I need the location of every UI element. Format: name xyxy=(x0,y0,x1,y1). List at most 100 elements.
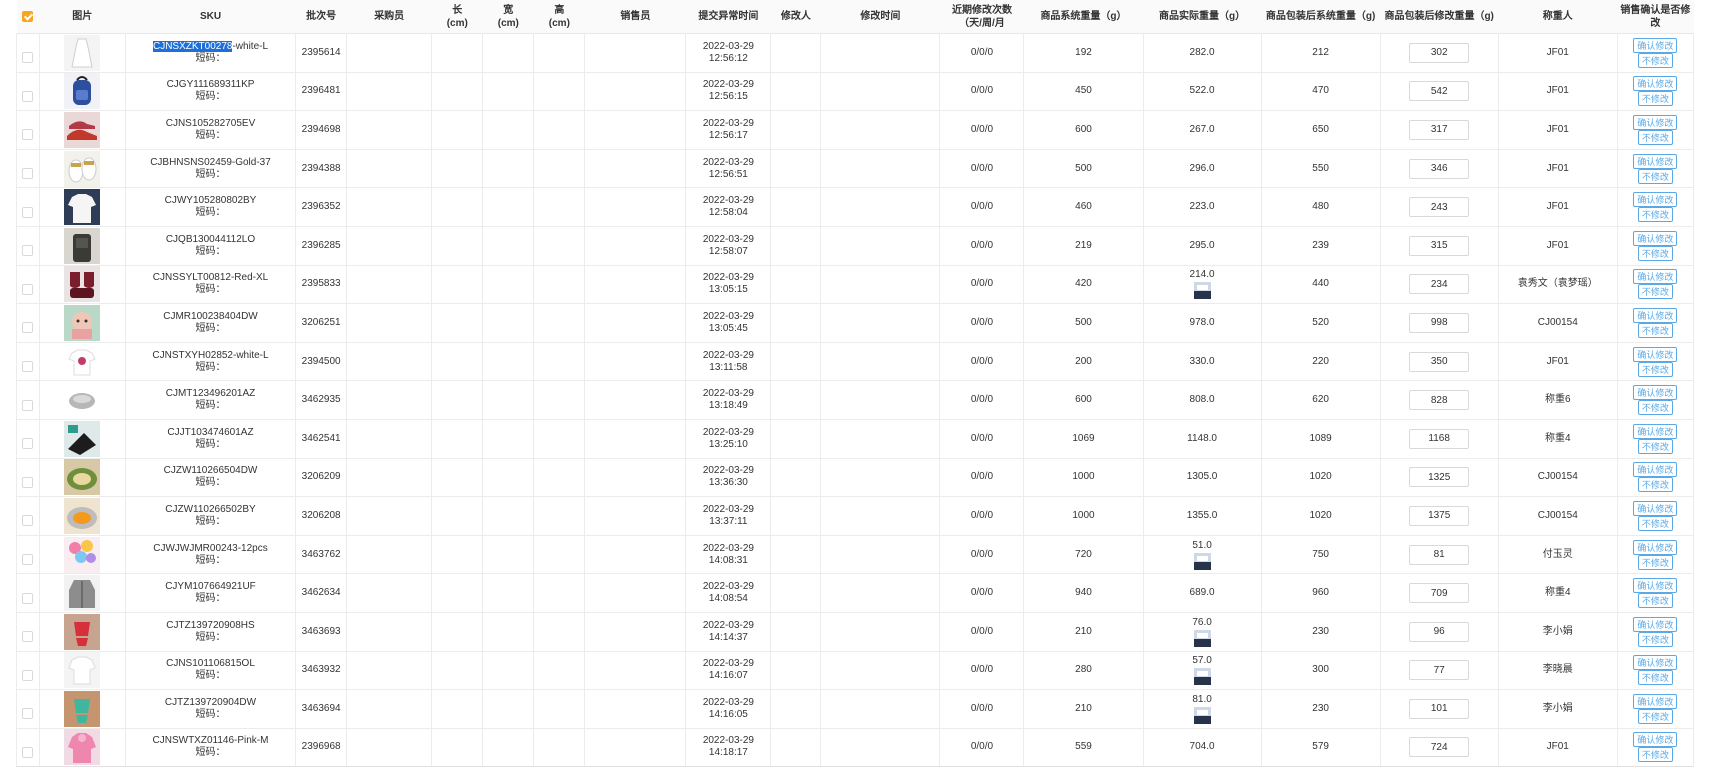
row-select-cell[interactable] xyxy=(16,341,40,382)
confirm-modify-button[interactable]: 确认修改 xyxy=(1633,423,1678,439)
pkg-mod-weight-input[interactable] xyxy=(1409,197,1470,218)
row-checkbox[interactable] xyxy=(22,592,34,604)
row-select-cell[interactable] xyxy=(16,110,40,150)
row-select-cell[interactable] xyxy=(16,496,40,536)
confirm-modify-button[interactable]: 确认修改 xyxy=(1633,230,1678,246)
row-checkbox[interactable] xyxy=(22,322,34,334)
reject-modify-button[interactable]: 不修改 xyxy=(1637,52,1673,68)
reject-modify-button[interactable]: 不修改 xyxy=(1637,631,1673,647)
confirm-modify-button[interactable]: 确认修改 xyxy=(1633,307,1678,323)
reject-modify-button[interactable]: 不修改 xyxy=(1637,322,1673,338)
row-select-cell[interactable] xyxy=(16,573,40,613)
weight-photo-icon[interactable] xyxy=(1193,552,1211,570)
pkg-mod-weight-input[interactable] xyxy=(1409,737,1470,758)
reject-modify-button[interactable]: 不修改 xyxy=(1637,207,1673,223)
header-select-all[interactable] xyxy=(16,0,40,34)
row-select-cell[interactable] xyxy=(16,264,40,305)
pkg-mod-weight-input[interactable] xyxy=(1409,428,1470,449)
pkg-mod-weight-input[interactable] xyxy=(1409,660,1470,681)
reject-modify-button[interactable]: 不修改 xyxy=(1637,708,1673,724)
confirm-modify-button[interactable]: 确认修改 xyxy=(1633,539,1678,555)
row-select-cell[interactable] xyxy=(16,611,40,652)
reject-modify-button[interactable]: 不修改 xyxy=(1637,747,1673,763)
reject-modify-button[interactable]: 不修改 xyxy=(1637,361,1673,377)
row-select-cell[interactable] xyxy=(16,187,40,227)
confirm-modify-button[interactable]: 确认修改 xyxy=(1633,693,1678,709)
row-checkbox[interactable] xyxy=(22,515,34,527)
row-checkbox[interactable] xyxy=(22,52,34,64)
row-select-cell[interactable] xyxy=(16,71,40,112)
reject-modify-button[interactable]: 不修改 xyxy=(1637,91,1673,107)
pkg-mod-weight-input[interactable] xyxy=(1409,158,1470,179)
pkg-mod-weight-input[interactable] xyxy=(1409,583,1470,604)
weight-photo-icon[interactable] xyxy=(1193,668,1211,686)
row-select-cell[interactable] xyxy=(16,534,40,575)
row-select-cell[interactable] xyxy=(16,418,40,459)
confirm-modify-button[interactable]: 确认修改 xyxy=(1633,655,1678,671)
row-select-cell[interactable] xyxy=(16,148,40,189)
pkg-mod-weight-input[interactable] xyxy=(1409,698,1470,719)
weight-photo-icon[interactable] xyxy=(1193,629,1211,647)
row-select-cell[interactable] xyxy=(16,689,40,729)
confirm-modify-button[interactable]: 确认修改 xyxy=(1633,732,1678,748)
pkg-mod-weight-input[interactable] xyxy=(1409,351,1470,372)
row-select-cell[interactable] xyxy=(16,727,40,768)
reject-modify-button[interactable]: 不修改 xyxy=(1637,554,1673,570)
pkg-mod-weight-input[interactable] xyxy=(1409,621,1470,642)
pkg-mod-weight-input[interactable] xyxy=(1409,81,1470,102)
pkg-mod-weight-input[interactable] xyxy=(1409,467,1470,488)
row-checkbox[interactable] xyxy=(22,438,34,450)
row-checkbox[interactable] xyxy=(22,283,34,295)
confirm-modify-button[interactable]: 确认修改 xyxy=(1633,153,1678,169)
pkg-mod-weight-input[interactable] xyxy=(1409,274,1470,295)
row-checkbox[interactable] xyxy=(22,669,34,681)
pkg-mod-weight-input[interactable] xyxy=(1409,544,1470,565)
row-select-cell[interactable] xyxy=(16,650,40,691)
confirm-modify-button[interactable]: 确认修改 xyxy=(1633,500,1678,516)
row-checkbox[interactable] xyxy=(22,631,34,643)
row-checkbox[interactable] xyxy=(22,206,34,218)
reject-modify-button[interactable]: 不修改 xyxy=(1637,593,1673,609)
pkg-mod-weight-input[interactable] xyxy=(1409,119,1470,140)
weight-photo-icon[interactable] xyxy=(1193,282,1211,300)
confirm-modify-button[interactable]: 确认修改 xyxy=(1633,192,1678,208)
row-select-cell[interactable] xyxy=(16,33,40,73)
row-checkbox[interactable] xyxy=(22,361,34,373)
row-select-cell[interactable] xyxy=(16,303,40,343)
row-checkbox[interactable] xyxy=(22,399,34,411)
reject-modify-button[interactable]: 不修改 xyxy=(1637,670,1673,686)
reject-modify-button[interactable]: 不修改 xyxy=(1637,515,1673,531)
confirm-modify-button[interactable]: 确认修改 xyxy=(1633,76,1678,92)
confirm-modify-button[interactable]: 确认修改 xyxy=(1633,578,1678,594)
confirm-modify-button[interactable]: 确认修改 xyxy=(1633,385,1678,401)
row-checkbox[interactable] xyxy=(22,708,34,720)
pkg-mod-weight-input[interactable] xyxy=(1409,505,1470,526)
reject-modify-button[interactable]: 不修改 xyxy=(1637,129,1673,145)
row-select-cell[interactable] xyxy=(16,380,40,420)
confirm-modify-button[interactable]: 确认修改 xyxy=(1633,269,1678,285)
row-checkbox[interactable] xyxy=(22,476,34,488)
reject-modify-button[interactable]: 不修改 xyxy=(1637,284,1673,300)
reject-modify-button[interactable]: 不修改 xyxy=(1637,400,1673,416)
row-checkbox[interactable] xyxy=(22,245,34,257)
row-checkbox[interactable] xyxy=(22,90,34,102)
reject-modify-button[interactable]: 不修改 xyxy=(1637,477,1673,493)
weight-photo-icon[interactable] xyxy=(1193,706,1211,724)
row-select-cell[interactable] xyxy=(16,225,40,266)
row-checkbox[interactable] xyxy=(22,554,34,566)
reject-modify-button[interactable]: 不修改 xyxy=(1637,245,1673,261)
confirm-modify-button[interactable]: 确认修改 xyxy=(1633,114,1678,130)
confirm-modify-button[interactable]: 确认修改 xyxy=(1633,616,1678,632)
pkg-mod-weight-input[interactable] xyxy=(1409,42,1470,63)
row-checkbox[interactable] xyxy=(22,129,34,141)
pkg-mod-weight-input[interactable] xyxy=(1409,390,1470,411)
row-checkbox[interactable] xyxy=(22,168,34,180)
confirm-modify-button[interactable]: 确认修改 xyxy=(1633,346,1678,362)
pkg-mod-weight-input[interactable] xyxy=(1409,312,1470,333)
row-select-cell[interactable] xyxy=(16,457,40,498)
confirm-modify-button[interactable]: 确认修改 xyxy=(1633,37,1678,53)
reject-modify-button[interactable]: 不修改 xyxy=(1637,168,1673,184)
row-checkbox[interactable] xyxy=(22,746,34,758)
pkg-mod-weight-input[interactable] xyxy=(1409,235,1470,256)
reject-modify-button[interactable]: 不修改 xyxy=(1637,438,1673,454)
